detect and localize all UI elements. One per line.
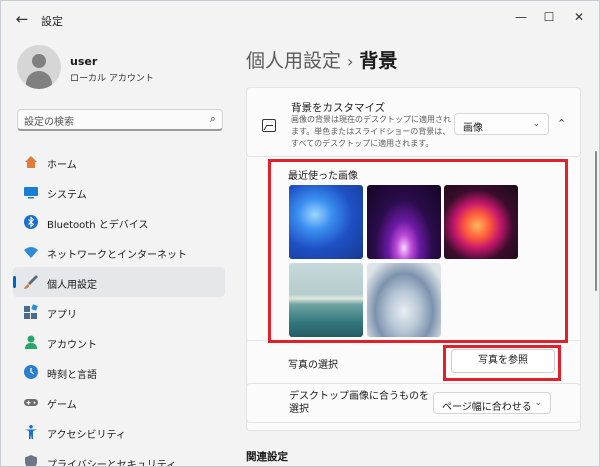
chevron-right-icon: › <box>347 52 354 71</box>
fit-value: ページ幅に合わせる <box>442 402 532 413</box>
title-bar: ← 設定 — ☐ ✕ <box>1 1 599 37</box>
chevron-down-icon: ⌄ <box>532 119 540 129</box>
minimize-button[interactable]: — <box>509 7 533 27</box>
user-profile[interactable]: user ローカル アカウント <box>17 45 227 95</box>
close-button[interactable]: ✕ <box>567 7 591 27</box>
accessibility-icon <box>25 425 37 439</box>
sidebar-item-bluetooth[interactable]: Bluetooth とデバイス <box>13 207 225 237</box>
sidebar-item-label: アカウント <box>47 340 97 351</box>
customize-background-description: 画像の背景は現在のデスクトップに適用されます。単色またはスライドショーの背景は、… <box>291 115 451 148</box>
brush-icon <box>24 275 38 289</box>
customize-background-title: 背景をカスタマイズ <box>291 102 386 114</box>
sidebar-item-label: アプリ <box>47 310 77 321</box>
sidebar-item-accounts[interactable]: アカウント <box>13 327 225 357</box>
clock-globe-icon <box>24 365 38 379</box>
search-input[interactable]: 設定の検索 <box>24 113 74 128</box>
sidebar-item-label: ネットワークとインターネット <box>47 250 187 261</box>
back-arrow-icon[interactable]: ← <box>11 9 33 29</box>
sidebar-item-label: ホーム <box>47 160 77 171</box>
related-settings-title: 関連設定 <box>246 451 288 463</box>
chevron-up-icon[interactable]: ⌃ <box>557 117 566 130</box>
background-type-value: 画像 <box>463 123 483 134</box>
breadcrumb-parent[interactable]: 個人用設定 <box>246 50 341 72</box>
sidebar-item-apps[interactable]: アプリ <box>13 297 225 327</box>
sidebar-item-accessibility[interactable]: アクセシビリティ <box>13 417 225 447</box>
user-name: user <box>70 55 98 68</box>
background-type-dropdown[interactable]: 画像 ⌄ <box>454 113 549 135</box>
sidebar-item-label: 時刻と言語 <box>47 370 97 381</box>
sidebar-item-gaming[interactable]: ゲーム <box>13 387 225 417</box>
maximize-button[interactable]: ☐ <box>537 7 561 27</box>
fit-setting-card: デスクトップ画像に合うものを選択 ページ幅に合わせる ⌄ <box>246 383 581 423</box>
home-icon <box>25 156 37 168</box>
picture-icon <box>262 119 276 132</box>
sidebar-item-network[interactable]: ネットワークとインターネット <box>13 237 225 267</box>
fit-label: デスクトップ画像に合うものを選択 <box>289 391 429 415</box>
sidebar-item-label: アクセシビリティ <box>47 430 126 441</box>
sidebar-item-label: 個人用設定 <box>47 280 97 291</box>
shield-icon <box>25 455 37 466</box>
avatar <box>17 45 61 89</box>
sidebar-item-label: Bluetooth とデバイス <box>47 220 149 231</box>
sidebar-item-time-language[interactable]: 時刻と言語 <box>13 357 225 387</box>
sidebar-item-label: プライバシーとセキュリティ <box>47 460 177 467</box>
breadcrumb: 個人用設定 › 背景 <box>246 46 397 73</box>
sidebar-item-label: ゲーム <box>47 400 77 411</box>
sidebar-item-label: システム <box>47 190 87 201</box>
settings-window: ← 設定 — ☐ ✕ user ローカル アカウント 設定の検索 ⌕ ホーム シ… <box>0 0 600 467</box>
sidebar-item-personalization[interactable]: 個人用設定 <box>13 267 225 297</box>
sidebar-item-privacy[interactable]: プライバシーとセキュリティ <box>13 447 225 467</box>
wifi-icon <box>24 247 38 258</box>
choose-photo-label: 写真の選択 <box>288 360 338 371</box>
scrollbar[interactable] <box>595 151 597 291</box>
sidebar-item-system[interactable]: システム <box>13 177 225 207</box>
search-icon[interactable]: ⌕ <box>210 112 216 126</box>
sidebar-item-home[interactable]: ホーム <box>13 147 225 177</box>
gamepad-icon <box>24 399 38 406</box>
bluetooth-icon <box>24 215 38 229</box>
apps-icon <box>24 304 38 319</box>
main-content: 背景をカスタマイズ 画像の背景は現在のデスクトップに適用されます。単色またはスラ… <box>246 87 581 466</box>
highlight-recent-images <box>268 159 568 343</box>
app-title: 設定 <box>41 15 63 28</box>
account-type: ローカル アカウント <box>70 74 154 84</box>
fit-dropdown[interactable]: ページ幅に合わせる ⌄ <box>433 392 551 414</box>
settings-search-box[interactable]: 設定の検索 ⌕ <box>17 109 223 131</box>
account-icon <box>25 335 37 349</box>
page-title: 背景 <box>359 50 398 72</box>
chevron-down-icon: ⌄ <box>534 398 542 408</box>
sidebar-nav: ホーム システム Bluetooth とデバイス ネットワークとインターネット … <box>13 147 225 467</box>
system-icon <box>24 187 38 199</box>
customize-background-card[interactable]: 背景をカスタマイズ 画像の背景は現在のデスクトップに適用されます。単色またはスラ… <box>246 87 581 157</box>
highlight-browse-button <box>443 345 561 381</box>
